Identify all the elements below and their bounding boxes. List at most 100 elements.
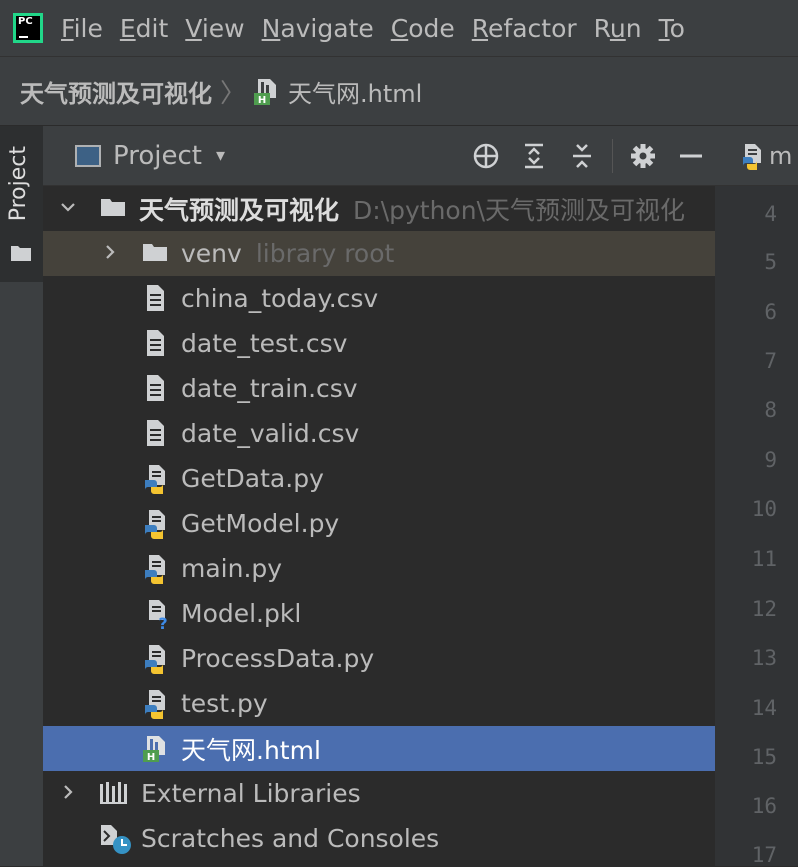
- python-file-icon: [143, 643, 169, 674]
- line-number: 8: [764, 398, 777, 422]
- tree-item[interactable]: ? Model.pkl: [43, 591, 715, 636]
- breadcrumb-project[interactable]: 天气预测及可视化: [20, 74, 212, 109]
- tree-item-name: test.py: [181, 689, 268, 718]
- gear-icon[interactable]: [628, 141, 658, 171]
- tree-item-name: ProcessData.py: [181, 644, 375, 673]
- line-number: 9: [764, 448, 777, 472]
- tool-window-strip: Project: [0, 126, 44, 866]
- line-number: 12: [751, 597, 777, 621]
- unknown-file-icon: ?: [143, 598, 169, 633]
- breadcrumb-file[interactable]: 天气网.html: [288, 74, 422, 109]
- svg-text:?: ?: [158, 614, 167, 630]
- text-file-icon: [143, 283, 169, 313]
- tree-root-path: D:\python\天气预测及可视化: [353, 195, 685, 225]
- editor-tab-label: m: [769, 141, 793, 170]
- editor-tab[interactable]: m: [715, 126, 798, 186]
- tree-item[interactable]: ProcessData.py: [43, 636, 715, 681]
- tree-item[interactable]: china_today.csv: [43, 276, 715, 321]
- line-number: 11: [751, 547, 777, 571]
- line-number: 7: [764, 349, 777, 373]
- project-view-icon: [75, 144, 101, 167]
- svg-text:H: H: [147, 752, 155, 763]
- tree-item-name: main.py: [181, 554, 283, 583]
- toolbar-divider: [612, 139, 613, 173]
- library-root-hint: library root: [255, 239, 395, 268]
- menu-code[interactable]: Code: [391, 14, 455, 43]
- text-file-icon: [143, 373, 169, 403]
- line-number: 6: [764, 300, 777, 324]
- menu-view[interactable]: View: [185, 14, 244, 43]
- project-panel-header: Project ▾: [43, 126, 715, 186]
- menu-file[interactable]: File: [61, 14, 103, 43]
- python-file-icon: [739, 141, 765, 171]
- tree-root-name: 天气预测及可视化: [139, 195, 340, 225]
- tree-item-name: 天气网.html: [181, 735, 321, 765]
- tree-item-name: GetData.py: [181, 464, 324, 493]
- tree-item-name: date_test.csv: [181, 329, 348, 358]
- tree-item-name: venv: [181, 239, 242, 268]
- collapse-all-icon[interactable]: [567, 141, 597, 171]
- pycharm-logo-icon: PC: [13, 13, 43, 43]
- tree-item-name: GetModel.py: [181, 509, 340, 538]
- editor-area[interactable]: m 4 5 6 7 8 9 10 11 12 13 14 15 16 17: [715, 126, 798, 867]
- chevron-down-icon[interactable]: [59, 197, 77, 221]
- hide-icon[interactable]: [676, 141, 706, 171]
- chevron-right-icon[interactable]: [59, 782, 77, 806]
- python-file-icon: [143, 553, 169, 584]
- tree-item[interactable]: main.py: [43, 546, 715, 591]
- tree-folder-venv[interactable]: venv library root: [43, 231, 715, 276]
- line-number: 15: [751, 745, 777, 769]
- line-number: 5: [764, 250, 777, 274]
- scratches-icon: [99, 823, 131, 854]
- chevron-right-icon[interactable]: [101, 242, 119, 266]
- tree-item-name: china_today.csv: [181, 284, 379, 313]
- python-file-icon: [143, 688, 169, 719]
- tree-item-selected[interactable]: H 天气网.html: [43, 726, 715, 771]
- html-file-icon: H: [141, 733, 167, 763]
- tree-item[interactable]: GetModel.py: [43, 501, 715, 546]
- tree-item[interactable]: GetData.py: [43, 456, 715, 501]
- python-file-icon: [143, 463, 169, 494]
- menu-refactor[interactable]: Refactor: [472, 14, 577, 43]
- project-tool-tab[interactable]: Project: [0, 126, 43, 282]
- line-number: 14: [751, 696, 777, 720]
- python-file-icon: [143, 508, 169, 539]
- chevron-down-icon[interactable]: ▾: [216, 145, 225, 166]
- line-number: 4: [764, 202, 777, 226]
- menu-run[interactable]: Run: [594, 14, 642, 43]
- tree-item-name: date_train.csv: [181, 374, 358, 403]
- tree-item-name: External Libraries: [141, 779, 361, 808]
- library-icon: [99, 780, 127, 810]
- expand-all-icon[interactable]: [519, 141, 549, 171]
- tree-scratches[interactable]: Scratches and Consoles: [43, 816, 715, 861]
- folder-icon: [141, 240, 167, 270]
- folder-icon: [99, 195, 125, 225]
- tree-item-name: Scratches and Consoles: [141, 824, 440, 853]
- project-panel-title[interactable]: Project: [113, 141, 202, 171]
- locate-icon[interactable]: [471, 141, 501, 171]
- menu-edit[interactable]: Edit: [120, 14, 168, 43]
- tree-item[interactable]: date_valid.csv: [43, 411, 715, 456]
- html-file-icon: H: [252, 76, 282, 106]
- breadcrumb: 天气预测及可视化 〉 H 天气网.html: [0, 56, 798, 126]
- menu-bar: PC File Edit View Navigate Code Refactor…: [0, 0, 798, 56]
- menu-navigate[interactable]: Navigate: [262, 14, 374, 43]
- breadcrumb-separator: 〉: [220, 78, 247, 109]
- text-file-icon: [143, 328, 169, 358]
- tree-item[interactable]: date_train.csv: [43, 366, 715, 411]
- tree-external-libraries[interactable]: External Libraries: [43, 771, 715, 816]
- project-tool-tab-label: Project: [6, 146, 31, 222]
- folder-icon: [10, 244, 32, 266]
- line-number: 16: [751, 794, 777, 818]
- tree-item-name: date_valid.csv: [181, 419, 360, 448]
- tree-item[interactable]: test.py: [43, 681, 715, 726]
- tree-item[interactable]: date_test.csv: [43, 321, 715, 366]
- project-tree[interactable]: 天气预测及可视化 D:\python\天气预测及可视化 venv library r…: [43, 186, 715, 866]
- line-number: 17: [751, 843, 777, 867]
- line-number: 13: [751, 646, 777, 670]
- menu-tools[interactable]: To: [659, 14, 685, 43]
- text-file-icon: [143, 418, 169, 448]
- tree-root[interactable]: 天气预测及可视化 D:\python\天气预测及可视化: [43, 186, 715, 231]
- line-number: 10: [751, 497, 777, 521]
- tree-item-name: Model.pkl: [181, 599, 302, 628]
